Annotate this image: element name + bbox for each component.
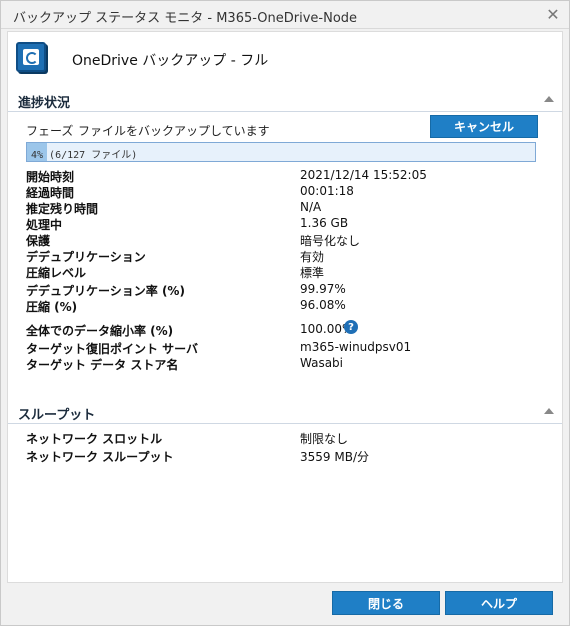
info-row-start-time: 開始時刻 2021/12/14 15:52:05 <box>26 168 546 184</box>
compression-level-value: 標準 <box>300 266 325 280</box>
info-row-protection: 保護 暗号化なし <box>26 232 546 248</box>
network-throttle-label: ネットワーク スロットル <box>26 432 163 446</box>
elapsed-time-value: 00:01:18 <box>300 184 354 198</box>
main-panel: OneDrive バックアップ - フル 進捗状況 フェーズ ファイルをバックア… <box>7 31 563 583</box>
info-row-processing: 処理中 1.36 GB <box>26 216 546 232</box>
estimated-remaining-value: N/A <box>300 200 322 214</box>
collapse-throughput-icon[interactable] <box>544 408 554 414</box>
progress-section-title: 進捗状況 <box>18 96 71 111</box>
info-row-network-throttle: ネットワーク スロットル 制限なし <box>26 430 546 446</box>
throughput-section-header[interactable]: スループット <box>8 400 562 424</box>
network-throughput-label: ネットワーク スループット <box>26 450 174 464</box>
info-row-overall-reduction: 全体でのデータ縮小率 (%) 100.00% ? <box>26 320 546 338</box>
elapsed-time-label: 経過時間 <box>26 186 75 200</box>
network-throughput-value: 3559 MB/分 <box>300 450 369 464</box>
progress-text: 4% (6/127 ファイル) <box>31 150 138 161</box>
progress-bar: 4% (6/127 ファイル) <box>26 142 536 162</box>
start-time-label: 開始時刻 <box>26 170 75 184</box>
close-button[interactable]: 閉じる <box>332 591 440 615</box>
help-icon[interactable]: ? <box>344 320 358 334</box>
title-bar: バックアップ ステータス モニタ - M365-OneDrive-Node ✕ <box>1 1 569 29</box>
job-title: OneDrive バックアップ - フル <box>72 53 269 69</box>
cancel-button[interactable]: キャンセル <box>430 115 538 138</box>
window-title: バックアップ ステータス モニタ - M365-OneDrive-Node <box>13 11 358 26</box>
compression-rate-value: 96.08% <box>300 298 346 312</box>
info-row-dedup-rate: デデュプリケーション率 (%) 99.97% <box>26 282 546 298</box>
throughput-section-title: スループット <box>18 408 96 423</box>
target-datastore-label: ターゲット データ ストア名 <box>26 358 179 372</box>
phase-value: ファイルをバックアップしています <box>78 124 270 138</box>
info-row-compression-rate: 圧縮 (%) 96.08% <box>26 298 546 314</box>
deduplication-value: 有効 <box>300 250 325 264</box>
info-row-network-throughput: ネットワーク スループット 3559 MB/分 <box>26 448 546 464</box>
processing-label: 処理中 <box>26 218 63 232</box>
compression-level-label: 圧縮レベル <box>26 266 87 280</box>
info-row-target-rps: ターゲット復旧ポイント サーバ m365-winudpsv01 <box>26 340 546 356</box>
help-button[interactable]: ヘルプ <box>445 591 553 615</box>
dedup-rate-label: デデュプリケーション率 (%) <box>26 284 185 298</box>
target-rps-value: m365-winudpsv01 <box>300 340 412 354</box>
deduplication-label: デデュプリケーション <box>26 250 146 264</box>
target-datastore-value: Wasabi <box>300 356 344 370</box>
job-header: OneDrive バックアップ - フル <box>14 38 554 74</box>
estimated-remaining-label: 推定残り時間 <box>26 202 99 216</box>
collapse-progress-icon[interactable] <box>544 96 554 102</box>
backup-status-monitor-window: バックアップ ステータス モニタ - M365-OneDrive-Node ✕ … <box>0 0 570 626</box>
info-row-compression-level: 圧縮レベル 標準 <box>26 264 546 280</box>
processing-value: 1.36 GB <box>300 216 349 230</box>
progress-section-header[interactable]: 進捗状況 <box>8 88 562 112</box>
info-row-deduplication: デデュプリケーション 有効 <box>26 248 546 264</box>
network-throttle-value: 制限なし <box>300 432 349 446</box>
protection-value: 暗号化なし <box>300 234 361 248</box>
dedup-rate-value: 99.97% <box>300 282 346 296</box>
info-row-estimated-remaining: 推定残り時間 N/A <box>26 200 546 216</box>
compression-rate-label: 圧縮 (%) <box>26 300 78 314</box>
info-row-elapsed-time: 経過時間 00:01:18 <box>26 184 546 200</box>
backup-app-icon <box>16 42 46 72</box>
info-row-target-datastore: ターゲット データ ストア名 Wasabi <box>26 356 546 372</box>
start-time-value: 2021/12/14 15:52:05 <box>300 168 427 182</box>
overall-reduction-label: 全体でのデータ縮小率 (%) <box>26 324 174 338</box>
target-rps-label: ターゲット復旧ポイント サーバ <box>26 342 199 356</box>
protection-label: 保護 <box>26 234 51 248</box>
close-icon[interactable]: ✕ <box>543 4 563 24</box>
phase-label: フェーズ <box>26 124 74 138</box>
